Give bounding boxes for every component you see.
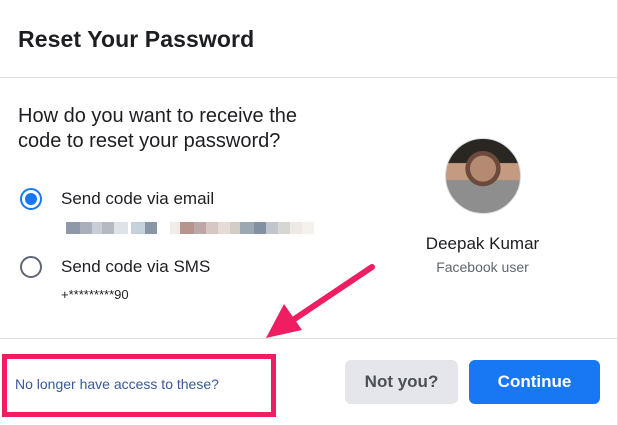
masked-phone-number: +*********90 bbox=[61, 287, 129, 302]
annotation-highlight-box bbox=[2, 354, 276, 417]
masked-email-address bbox=[66, 222, 316, 234]
option-email[interactable]: Send code via email bbox=[20, 188, 214, 210]
option-sms-label: Send code via SMS bbox=[61, 257, 211, 276]
sms-radio[interactable] bbox=[20, 256, 42, 278]
dialog-header: Reset Your Password bbox=[0, 0, 618, 78]
profile-card: Deepak Kumar Facebook user bbox=[380, 138, 585, 275]
option-email-label: Send code via email bbox=[61, 189, 215, 208]
email-radio[interactable] bbox=[20, 188, 42, 210]
avatar bbox=[444, 138, 521, 214]
option-sms[interactable]: Send code via SMS bbox=[20, 256, 210, 278]
not-you-button[interactable]: Not you? bbox=[345, 360, 458, 404]
profile-name: Deepak Kumar bbox=[425, 234, 540, 253]
continue-button[interactable]: Continue bbox=[469, 360, 600, 404]
reset-password-dialog: Reset Your Password How do you want to r… bbox=[0, 0, 618, 425]
reset-question: How do you want to receive the code to r… bbox=[18, 105, 298, 152]
dialog-title: Reset Your Password bbox=[18, 26, 255, 52]
profile-subtitle: Facebook user bbox=[436, 259, 529, 275]
